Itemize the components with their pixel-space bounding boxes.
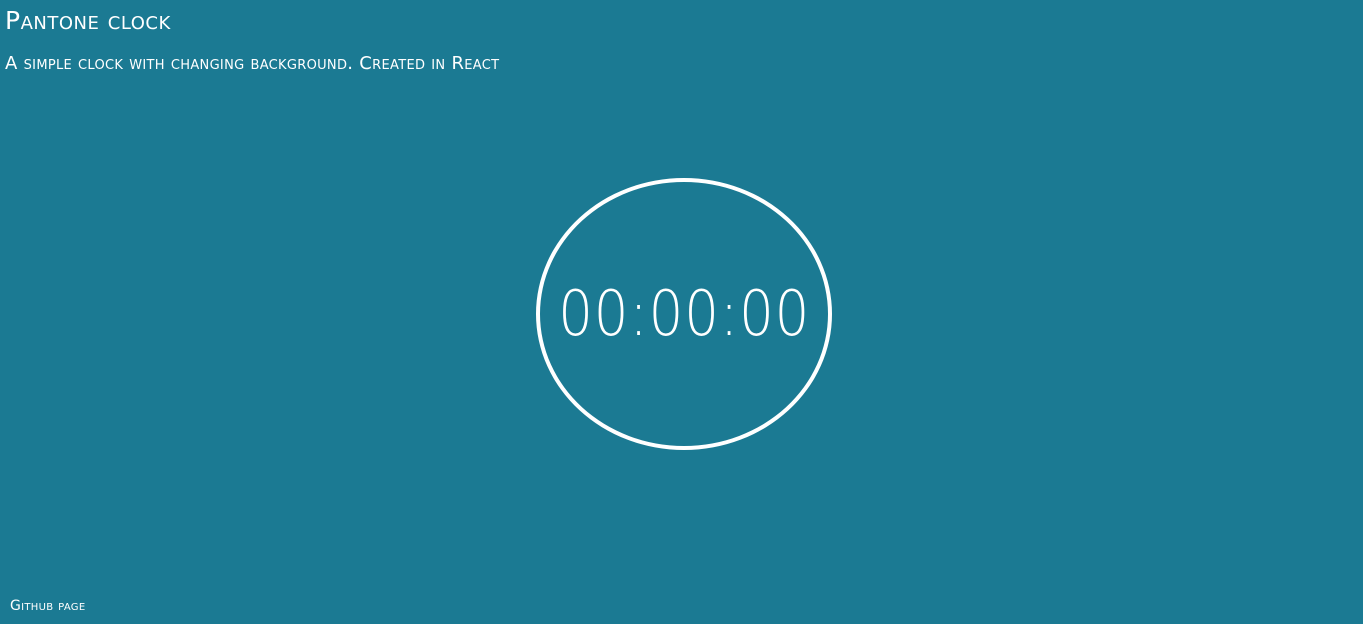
app-background: Pantone clock A simple clock with changi… xyxy=(0,0,1363,624)
page-title: Pantone clock xyxy=(5,6,171,35)
page-subtitle: A simple clock with changing background.… xyxy=(5,53,500,74)
clock-time: 00:00:00 xyxy=(557,277,811,350)
clock-face: 00:00:00 xyxy=(536,178,832,450)
github-page-link[interactable]: Github page xyxy=(10,598,85,614)
